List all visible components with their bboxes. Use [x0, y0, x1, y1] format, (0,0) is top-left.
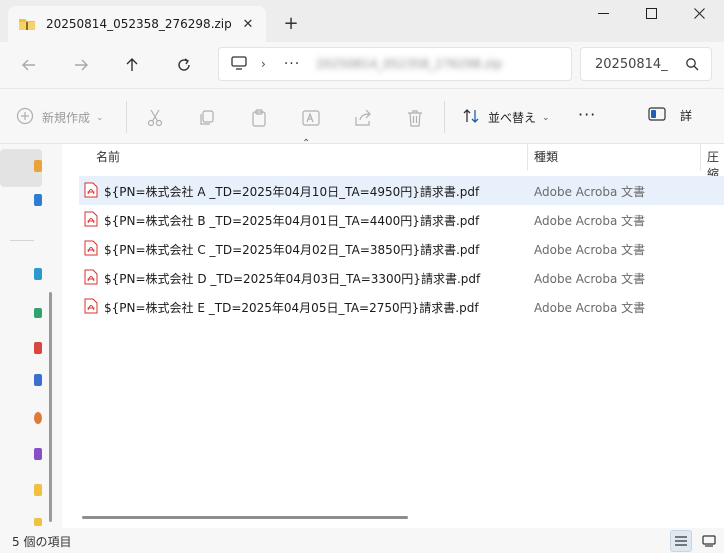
toolbar-divider — [444, 101, 445, 133]
navigation-bar: › ··· 20250814_052358_276298.zip 2025081… — [0, 42, 724, 88]
up-button[interactable] — [117, 50, 147, 80]
title-bar: 20250814_052358_276298.zip ✕ + — [0, 0, 724, 42]
details-pane-icon — [648, 107, 666, 124]
file-name: ${PN=株式会社 B _TD=2025年04月01日_TA=4400円}請求書… — [104, 214, 480, 228]
chevron-down-icon: ⌄ — [542, 112, 550, 123]
documents-icon[interactable] — [34, 342, 42, 354]
file-rows: ${PN=株式会社 A _TD=2025年04月10日_TA=4950円}請求書… — [79, 176, 724, 321]
downloads-icon[interactable] — [34, 308, 42, 318]
pictures-icon[interactable] — [34, 374, 42, 386]
pdf-file-icon — [84, 269, 98, 288]
navigation-pane — [0, 144, 62, 528]
column-header-type[interactable]: 種類 — [534, 148, 558, 165]
sort-button[interactable]: 並べ替え ⌄ — [462, 107, 550, 128]
pdf-file-icon — [84, 211, 98, 230]
more-options-button[interactable]: ··· — [578, 105, 596, 124]
search-icon[interactable] — [685, 57, 699, 75]
file-type: Adobe Acroba 文書 — [534, 185, 646, 199]
file-row[interactable]: ${PN=株式会社 B _TD=2025年04月01日_TA=4400円}請求書… — [79, 205, 724, 234]
file-name: ${PN=株式会社 D _TD=2025年04月03日_TA=3300円}請求書… — [104, 272, 481, 286]
sidebar-divider — [10, 240, 34, 241]
column-divider[interactable] — [700, 144, 701, 170]
column-headers: ⌃ 名前 種類 圧縮 — [62, 138, 724, 181]
column-header-name[interactable]: 名前 — [96, 148, 120, 165]
pdf-file-icon — [84, 182, 98, 201]
file-list: ⌃ 名前 種類 圧縮 ${PN=株式会社 A _TD=2025年04月10日_T… — [62, 138, 724, 528]
close-window-button[interactable] — [676, 0, 722, 26]
search-input[interactable]: 20250814_ — [595, 57, 668, 72]
home-icon — [34, 160, 42, 172]
pdf-file-icon — [84, 298, 98, 317]
copy-icon[interactable] — [196, 107, 218, 129]
videos-icon[interactable] — [34, 448, 42, 460]
column-divider[interactable] — [527, 144, 528, 170]
address-bar[interactable]: › ··· 20250814_052358_276298.zip — [218, 47, 572, 81]
folder-icon[interactable] — [34, 518, 42, 526]
file-row[interactable]: ${PN=株式会社 A _TD=2025年04月10日_TA=4950円}請求書… — [79, 176, 724, 205]
tab-title: 20250814_052358_276298.zip — [46, 17, 232, 31]
sort-ascending-icon: ⌃ — [302, 138, 311, 149]
monitor-icon — [231, 55, 247, 73]
file-name: ${PN=株式会社 C _TD=2025年04月02日_TA=3850円}請求書… — [104, 243, 480, 257]
tab-close-icon[interactable]: ✕ — [236, 12, 260, 36]
minimize-button[interactable] — [580, 0, 626, 26]
delete-icon[interactable] — [404, 107, 426, 129]
status-bar: 5 個の項目 — [0, 528, 724, 553]
file-type: Adobe Acroba 文書 — [534, 301, 646, 315]
folder-icon[interactable] — [34, 484, 42, 496]
details-label: 詳 — [680, 109, 693, 123]
details-pane-button[interactable]: 詳 — [648, 107, 692, 124]
file-type: Adobe Acroba 文書 — [534, 214, 646, 228]
window-tab[interactable]: 20250814_052358_276298.zip ✕ — [8, 6, 266, 42]
file-name: ${PN=株式会社 A _TD=2025年04月10日_TA=4950円}請求書… — [104, 185, 480, 199]
zip-folder-icon — [18, 17, 36, 31]
file-name: ${PN=株式会社 E _TD=2025年04月05日_TA=2750円}請求書… — [104, 301, 479, 315]
sort-arrows-icon — [462, 107, 480, 128]
details-view-button[interactable] — [670, 530, 692, 552]
music-icon[interactable] — [34, 412, 42, 424]
new-tab-button[interactable]: + — [278, 10, 304, 36]
toolbar-divider — [126, 101, 127, 133]
paste-icon[interactable] — [248, 107, 270, 129]
tiles-view-button[interactable] — [698, 530, 720, 552]
sidebar-scrollbar[interactable] — [49, 292, 52, 522]
file-row[interactable]: ${PN=株式会社 C _TD=2025年04月02日_TA=3850円}請求書… — [79, 234, 724, 263]
forward-button[interactable] — [66, 50, 96, 80]
share-icon[interactable] — [352, 107, 374, 129]
search-box[interactable]: 20250814_ — [580, 47, 712, 81]
refresh-button[interactable] — [169, 50, 199, 80]
plus-circle-icon — [16, 107, 34, 128]
horizontal-scrollbar[interactable] — [82, 516, 408, 519]
rename-icon[interactable] — [300, 107, 322, 129]
gallery-icon[interactable] — [34, 194, 42, 206]
pdf-file-icon — [84, 240, 98, 259]
breadcrumb-overflow[interactable]: ··· — [284, 56, 300, 72]
new-button[interactable]: 新規作成 ⌄ — [16, 107, 104, 128]
file-row[interactable]: ${PN=株式会社 D _TD=2025年04月03日_TA=3300円}請求書… — [79, 263, 724, 292]
file-row[interactable]: ${PN=株式会社 E _TD=2025年04月05日_TA=2750円}請求書… — [79, 292, 724, 321]
new-button-label: 新規作成 — [42, 111, 91, 125]
file-type: Adobe Acroba 文書 — [534, 243, 646, 257]
chevron-down-icon: ⌄ — [96, 112, 104, 123]
back-button[interactable] — [14, 50, 44, 80]
command-bar: 新規作成 ⌄ 並べ替え ⌄ ··· 詳 — [0, 88, 724, 144]
file-type: Adobe Acroba 文書 — [534, 272, 646, 286]
breadcrumb-separator[interactable]: › — [261, 57, 266, 71]
maximize-button[interactable] — [628, 0, 674, 26]
sort-label: 並べ替え — [488, 111, 537, 125]
item-count: 5 個の項目 — [12, 535, 72, 549]
cut-icon[interactable] — [144, 107, 166, 129]
desktop-icon[interactable] — [34, 268, 42, 280]
breadcrumb-path[interactable]: 20250814_052358_276298.zip — [316, 57, 502, 71]
